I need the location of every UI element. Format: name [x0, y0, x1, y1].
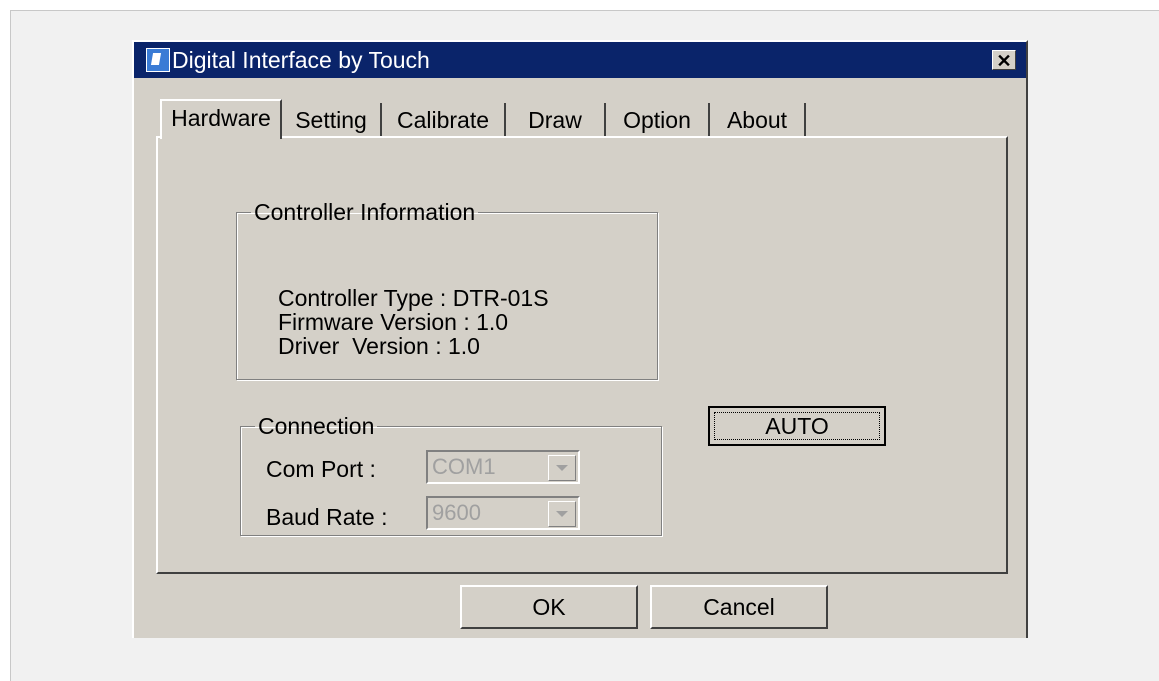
tab-setting[interactable]: Setting: [282, 103, 382, 137]
tab-option[interactable]: Option: [606, 103, 710, 137]
connection-legend: Connection: [258, 413, 375, 439]
cancel-button[interactable]: Cancel: [650, 585, 828, 629]
baud-rate-label: Baud Rate :: [266, 504, 388, 530]
close-button[interactable]: ✕: [992, 50, 1016, 71]
tab-hardware[interactable]: Hardware: [160, 99, 282, 139]
tab-about[interactable]: About: [710, 103, 806, 137]
auto-button-label: AUTO: [714, 412, 880, 440]
title-bar[interactable]: Digital Interface by Touch ✕: [134, 42, 1026, 78]
chevron-down-icon[interactable]: [548, 501, 576, 527]
com-port-label: Com Port :: [266, 456, 376, 482]
controller-information-legend: Controller Information: [254, 199, 476, 225]
com-port-select[interactable]: COM1: [426, 450, 580, 484]
com-port-value: COM1: [432, 454, 496, 479]
controller-info-text: Controller Type : DTR-01S Firmware Versio…: [278, 286, 549, 358]
driver-version-text: Driver Version : 1.0: [278, 333, 480, 359]
controller-type-text: Controller Type : DTR-01S: [278, 285, 549, 311]
tab-calibrate[interactable]: Calibrate: [382, 103, 506, 137]
firmware-version-text: Firmware Version : 1.0: [278, 309, 509, 335]
tab-draw[interactable]: Draw: [506, 103, 606, 137]
auto-button[interactable]: AUTO: [708, 406, 886, 446]
baud-rate-select[interactable]: 9600: [426, 496, 580, 530]
touch-app-icon: [146, 48, 170, 72]
ok-button[interactable]: OK: [460, 585, 638, 629]
chevron-down-icon[interactable]: [548, 455, 576, 481]
window-title: Digital Interface by Touch: [172, 47, 430, 73]
hardware-tab-panel: Controller Information Controller Type :…: [156, 136, 1008, 574]
dialog-window: Digital Interface by Touch ✕ Hardware Se…: [132, 40, 1028, 638]
close-icon: ✕: [996, 51, 1012, 71]
baud-rate-value: 9600: [432, 500, 481, 525]
